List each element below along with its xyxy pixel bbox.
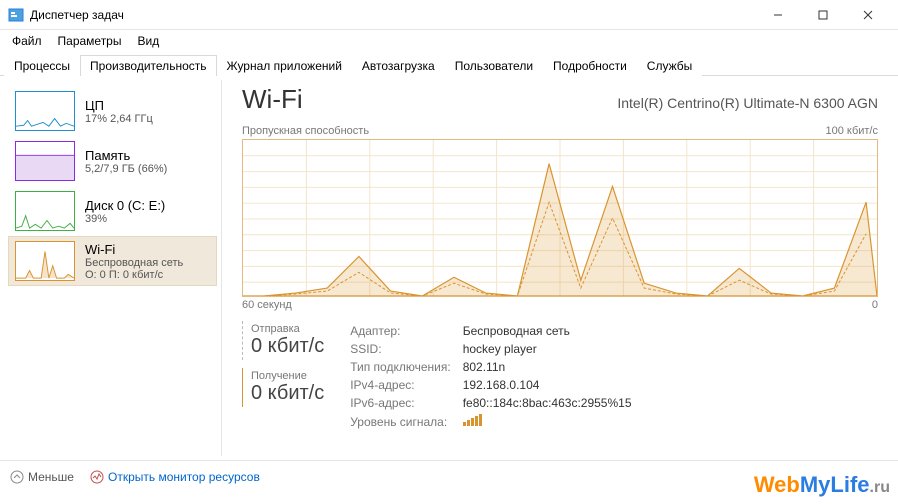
wifi-title: Wi-Fi	[85, 242, 183, 257]
adapter-name: Intel(R) Centrino(R) Ultimate-N 6300 AGN	[617, 95, 878, 111]
cpu-thumb-icon	[15, 91, 75, 131]
tab-services[interactable]: Службы	[637, 55, 702, 76]
menu-view[interactable]: Вид	[129, 32, 167, 50]
conn-val: 802.11n	[463, 359, 642, 375]
sidebar-item-cpu[interactable]: ЦП17% 2,64 ГГц	[8, 86, 217, 136]
signal-bars-icon	[463, 414, 482, 426]
memory-sub: 5,2/7,9 ГБ (66%)	[85, 163, 167, 175]
watermark: WebMyLife.ru	[754, 472, 890, 498]
tab-startup[interactable]: Автозагрузка	[352, 55, 445, 76]
main-panel: Wi-Fi Intel(R) Centrino(R) Ultimate-N 63…	[226, 76, 898, 460]
recv-label: Получение	[251, 370, 324, 382]
ipv4-val: 192.168.0.104	[463, 377, 642, 393]
throughput-chart	[242, 139, 878, 297]
wifi-sub2: О: 0 П: 0 кбит/с	[85, 269, 183, 281]
memory-thumb-icon	[15, 141, 75, 181]
send-value: 0 кбит/с	[251, 335, 324, 358]
ipv6-val: fe80::184c:8bac:463c:2955%15	[463, 395, 642, 411]
open-resource-monitor-link[interactable]: Открыть монитор ресурсов	[90, 470, 260, 484]
chart-label: Пропускная способность	[242, 125, 369, 137]
chevron-up-circle-icon	[10, 470, 24, 484]
memory-title: Память	[85, 148, 167, 163]
tab-apphistory[interactable]: Журнал приложений	[217, 55, 352, 76]
app-icon	[8, 7, 24, 23]
chart-xmax: 0	[872, 299, 878, 311]
minimize-button[interactable]	[755, 0, 800, 30]
menubar: Файл Параметры Вид	[0, 30, 898, 52]
maximize-button[interactable]	[800, 0, 845, 30]
sidebar: ЦП17% 2,64 ГГц Память5,2/7,9 ГБ (66%) Ди…	[4, 80, 222, 456]
page-title: Wi-Fi	[242, 84, 303, 115]
sidebar-item-disk[interactable]: Диск 0 (C: E:)39%	[8, 186, 217, 236]
menu-file[interactable]: Файл	[4, 32, 50, 50]
connection-details: Адаптер:Беспроводная сеть SSID:hockey pl…	[348, 321, 643, 432]
ssid-val: hockey player	[463, 341, 642, 357]
menu-options[interactable]: Параметры	[50, 32, 130, 50]
titlebar: Диспетчер задач	[0, 0, 898, 30]
tab-users[interactable]: Пользователи	[445, 55, 543, 76]
monitor-icon	[90, 470, 104, 484]
cpu-sub: 17% 2,64 ГГц	[85, 113, 153, 125]
tab-performance[interactable]: Производительность	[80, 55, 216, 76]
tab-details[interactable]: Подробности	[543, 55, 637, 76]
ipv4-key: IPv4-адрес:	[350, 377, 460, 393]
wifi-thumb-icon	[15, 241, 75, 281]
tab-processes[interactable]: Процессы	[4, 55, 80, 76]
window-title: Диспетчер задач	[30, 8, 755, 22]
chart-xmin: 60 секунд	[242, 299, 292, 311]
adapter-key: Адаптер:	[350, 323, 460, 339]
recv-value: 0 кбит/с	[251, 382, 324, 405]
ssid-key: SSID:	[350, 341, 460, 357]
sidebar-item-memory[interactable]: Память5,2/7,9 ГБ (66%)	[8, 136, 217, 186]
content: ЦП17% 2,64 ГГц Память5,2/7,9 ГБ (66%) Ди…	[0, 76, 898, 460]
tabs: Процессы Производительность Журнал прило…	[0, 52, 898, 76]
disk-thumb-icon	[15, 191, 75, 231]
cpu-title: ЦП	[85, 98, 153, 113]
adapter-val: Беспроводная сеть	[463, 323, 642, 339]
fewer-details-button[interactable]: Меньше	[10, 470, 74, 484]
close-button[interactable]	[845, 0, 890, 30]
conn-key: Тип подключения:	[350, 359, 460, 375]
chart-max: 100 кбит/с	[825, 125, 878, 137]
signal-key: Уровень сигнала:	[350, 413, 460, 430]
disk-title: Диск 0 (C: E:)	[85, 198, 165, 213]
wifi-sub: Беспроводная сеть	[85, 257, 183, 269]
ipv6-key: IPv6-адрес:	[350, 395, 460, 411]
disk-sub: 39%	[85, 213, 165, 225]
send-label: Отправка	[251, 323, 324, 335]
sidebar-item-wifi[interactable]: Wi-FiБеспроводная сетьО: 0 П: 0 кбит/с	[8, 236, 217, 286]
